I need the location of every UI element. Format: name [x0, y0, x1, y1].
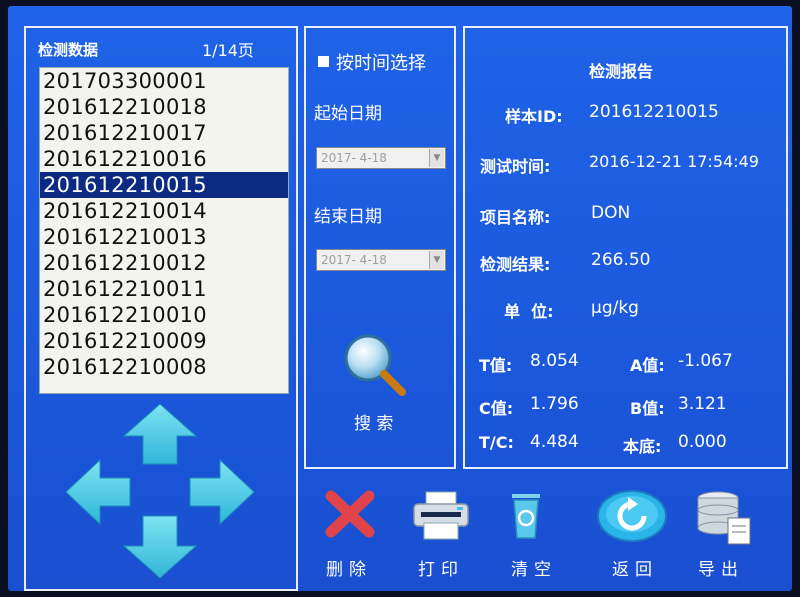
- a-value-label: A值:: [630, 356, 665, 375]
- unit-label: 单 位:: [504, 302, 554, 321]
- list-title: 检测数据: [38, 41, 99, 59]
- list-item[interactable]: 201612210018: [40, 94, 288, 120]
- tc-value: 4.484: [530, 432, 579, 452]
- direction-pad: [65, 403, 255, 579]
- sample-id-label: 样本ID:: [505, 107, 563, 126]
- sample-id-value: 201612210015: [589, 102, 719, 122]
- list-item[interactable]: 201703300001: [40, 68, 288, 94]
- back-icon: [597, 490, 667, 542]
- database-export-icon: [697, 491, 751, 545]
- item-name-value: DON: [591, 203, 631, 223]
- arrow-down-icon[interactable]: [122, 515, 198, 579]
- time-select-label: 按时间选择: [336, 53, 426, 74]
- list-item[interactable]: 201612210008: [40, 354, 288, 380]
- a-value: -1.067: [678, 351, 733, 371]
- delete-label: 删除: [326, 560, 372, 580]
- clear-label: 清空: [511, 560, 557, 580]
- test-time-value: 2016-12-21 17:54:49: [589, 152, 759, 171]
- list-item[interactable]: 201612210012: [40, 250, 288, 276]
- record-list[interactable]: 201703300001 201612210018 201612210017 2016…: [39, 67, 289, 394]
- trash-icon: [512, 494, 540, 539]
- result-value: 266.50: [591, 250, 651, 270]
- list-item[interactable]: 201612210013: [40, 224, 288, 250]
- printer-icon: [413, 491, 469, 540]
- list-item[interactable]: 201612210015: [40, 172, 288, 198]
- end-date-value: 2017- 4-18: [321, 253, 387, 267]
- t-value: 8.054: [530, 351, 579, 371]
- device-screen: 检测数据 1/14页 201703300001 201612210018 20161…: [8, 6, 792, 591]
- search-label[interactable]: 搜 索: [354, 409, 393, 434]
- base-value: 0.000: [678, 432, 727, 452]
- start-date-value: 2017- 4-18: [321, 151, 387, 165]
- arrow-right-icon[interactable]: [189, 458, 255, 526]
- page-indicator: 1/14页: [202, 41, 254, 60]
- start-date-select[interactable]: 2017- 4-18 ▼: [316, 147, 446, 169]
- item-name-label: 项目名称:: [480, 208, 551, 227]
- start-date-label: 起始日期: [314, 104, 382, 124]
- arrow-left-icon[interactable]: [65, 458, 131, 526]
- print-label: 打印: [418, 560, 464, 580]
- end-date-select[interactable]: 2017- 4-18 ▼: [316, 249, 446, 271]
- arrow-up-icon[interactable]: [122, 403, 198, 465]
- b-value-label: B值:: [630, 399, 665, 418]
- magnifier-icon[interactable]: [340, 330, 410, 400]
- list-item[interactable]: 201612210014: [40, 198, 288, 224]
- tc-value-label: T/C:: [479, 433, 514, 452]
- t-value-label: T值:: [479, 356, 513, 375]
- c-value: 1.796: [530, 394, 579, 414]
- filter-panel: [304, 26, 456, 469]
- report-title: 检测报告: [589, 62, 654, 81]
- end-date-label: 结束日期: [314, 207, 382, 227]
- back-label: 返回: [612, 560, 658, 580]
- delete-x-icon: [325, 490, 375, 538]
- list-item[interactable]: 201612210011: [40, 276, 288, 302]
- time-select-checkbox[interactable]: [318, 56, 329, 67]
- list-item[interactable]: 201612210016: [40, 146, 288, 172]
- b-value: 3.121: [678, 394, 727, 414]
- list-item[interactable]: 201612210010: [40, 302, 288, 328]
- chevron-down-icon: ▼: [429, 149, 444, 167]
- list-item[interactable]: 201612210017: [40, 120, 288, 146]
- chevron-down-icon: ▼: [429, 251, 444, 269]
- list-item[interactable]: 201612210009: [40, 328, 288, 354]
- export-label: 导出: [698, 560, 744, 580]
- base-value-label: 本底:: [623, 437, 662, 456]
- c-value-label: C值:: [479, 399, 514, 418]
- result-label: 检测结果:: [480, 255, 551, 274]
- unit-value: μg/kg: [591, 298, 639, 318]
- test-time-label: 测试时间:: [480, 157, 551, 176]
